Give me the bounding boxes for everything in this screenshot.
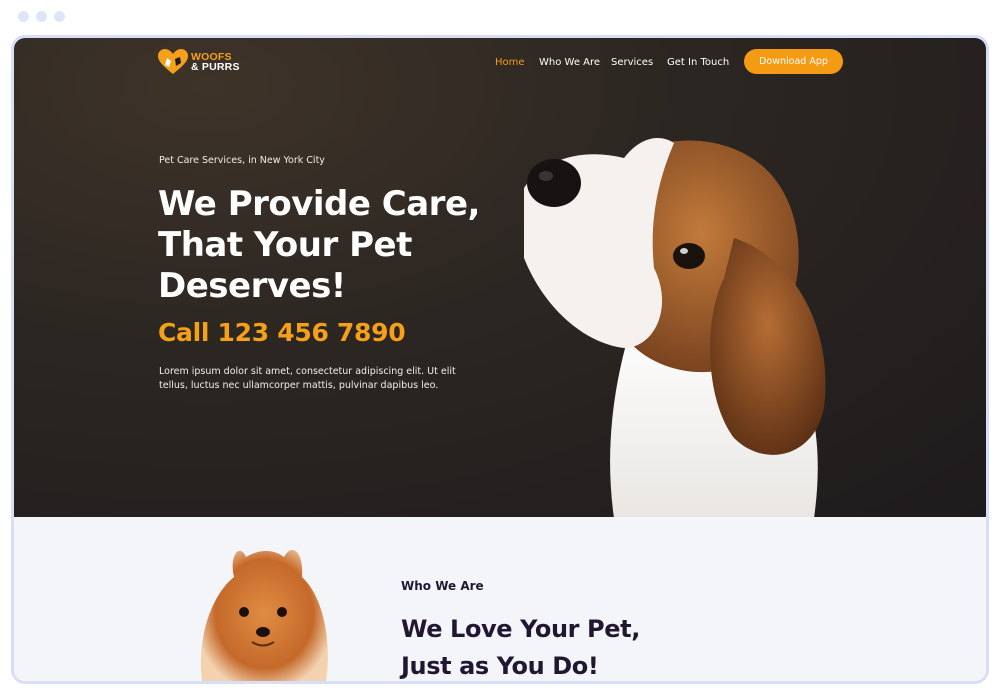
hero-headline-line: We Provide Care, bbox=[158, 184, 480, 224]
window-dot bbox=[36, 11, 47, 22]
hero-headline: We Provide Care, That Your Pet Deserves! bbox=[158, 184, 498, 307]
hero-eyebrow: Pet Care Services, in New York City bbox=[159, 155, 325, 166]
nav-who-we-are[interactable]: Who We Are bbox=[539, 57, 600, 68]
brand-line-2: & PURRS bbox=[191, 61, 240, 73]
brand-name: WOOFS & PURRS bbox=[191, 52, 240, 73]
hero-section: WOOFS & PURRS Home Who We Are Services G… bbox=[14, 38, 986, 517]
about-title: We Love Your Pet, Just as You Do! bbox=[401, 611, 721, 681]
about-title-line: We Love Your Pet, bbox=[401, 615, 640, 643]
top-navigation: WOOFS & PURRS Home Who We Are Services G… bbox=[14, 49, 986, 79]
about-eyebrow: Who We Are bbox=[401, 579, 484, 593]
hero-description: Lorem ipsum dolor sit amet, consectetur … bbox=[159, 366, 456, 391]
pomeranian-image bbox=[200, 550, 328, 681]
nav-home[interactable]: Home bbox=[495, 57, 525, 68]
hero-headline-line: Deserves! bbox=[158, 266, 346, 306]
browser-frame: WOOFS & PURRS Home Who We Are Services G… bbox=[11, 35, 989, 684]
heart-paw-icon bbox=[158, 49, 188, 74]
window-dot bbox=[18, 11, 29, 22]
hero-phone-link[interactable]: Call 123 456 7890 bbox=[158, 318, 406, 347]
about-title-line: Just as You Do! bbox=[401, 652, 599, 680]
download-app-button[interactable]: Download App bbox=[744, 49, 843, 74]
hero-headline-line: That Your Pet bbox=[158, 225, 412, 265]
nav-services[interactable]: Services bbox=[611, 57, 653, 68]
window-controls bbox=[18, 11, 65, 22]
brand-logo[interactable]: WOOFS & PURRS bbox=[158, 49, 240, 75]
who-we-are-section: Who We Are We Love Your Pet, Just as You… bbox=[14, 517, 986, 681]
window-dot bbox=[54, 11, 65, 22]
beagle-puppy-image bbox=[524, 138, 826, 517]
nav-get-in-touch[interactable]: Get In Touch bbox=[667, 57, 729, 68]
